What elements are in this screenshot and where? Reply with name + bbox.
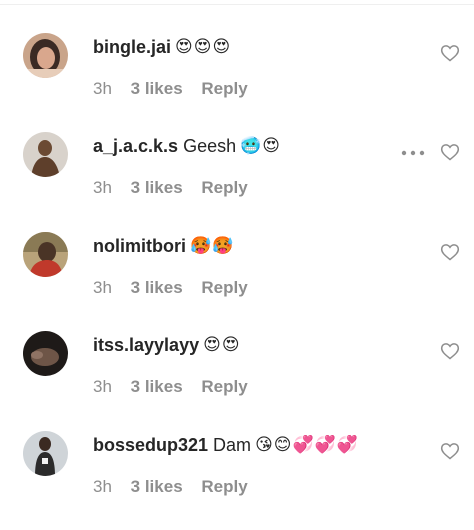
reply-button[interactable]: Reply [201,79,247,98]
avatar[interactable] [23,132,68,177]
avatar[interactable] [23,331,68,376]
comment-emoji: 🥵🥵 [190,236,235,256]
heart-outline-icon[interactable] [440,441,460,461]
comment-emoji: 🥶😍 [240,136,282,156]
comment-emoji: 😘😊💞💞💞 [255,435,360,455]
comment-username[interactable]: bingle.jai [93,37,171,58]
avatar[interactable] [23,232,68,277]
comment-time: 3h [93,278,112,297]
comment-time: 3h [93,377,112,396]
comment-likes[interactable]: 3 likes [131,278,183,297]
comment-time: 3h [93,79,112,98]
comment-time: 3h [93,477,112,496]
comment-text: Geesh [183,135,237,156]
reply-button[interactable]: Reply [201,377,247,396]
comment-likes[interactable]: 3 likes [131,178,183,197]
top-divider [0,4,474,5]
heart-outline-icon[interactable] [440,43,460,63]
comment-username[interactable]: a_j.a.c.k.s [93,136,178,157]
comment-likes[interactable]: 3 likes [131,477,183,496]
comment-username[interactable]: bossedup321 [93,435,208,456]
heart-outline-icon[interactable] [440,142,460,162]
avatar[interactable] [23,33,68,78]
heart-outline-icon[interactable] [440,242,460,262]
more-options-icon[interactable] [401,149,425,157]
comment-item: itss.layylayy 😍😍 3h 3 likes Reply [0,331,474,430]
comment-likes[interactable]: 3 likes [131,79,183,98]
comment-username[interactable]: nolimitbori [93,236,186,257]
reply-button[interactable]: Reply [201,178,247,197]
comment-item: a_j.a.c.k.s Geesh 🥶😍 3h 3 likes Reply [0,132,474,231]
comment-emoji: 😍😍😍 [175,37,232,57]
comment-text: Dam [213,434,252,455]
comment-item: bingle.jai 😍😍😍 3h 3 likes Reply [0,33,474,132]
heart-outline-icon[interactable] [440,341,460,361]
comment-emoji: 😍😍 [203,335,241,355]
comment-item: bossedup321 Dam 😘😊💞💞💞 3h 3 likes Reply [0,431,474,530]
comment-time: 3h [93,178,112,197]
comment-item: nolimitbori 🥵🥵 3h 3 likes Reply [0,232,474,331]
reply-button[interactable]: Reply [201,278,247,297]
reply-button[interactable]: Reply [201,477,247,496]
comment-likes[interactable]: 3 likes [131,377,183,396]
avatar[interactable] [23,431,68,476]
comment-username[interactable]: itss.layylayy [93,335,199,356]
